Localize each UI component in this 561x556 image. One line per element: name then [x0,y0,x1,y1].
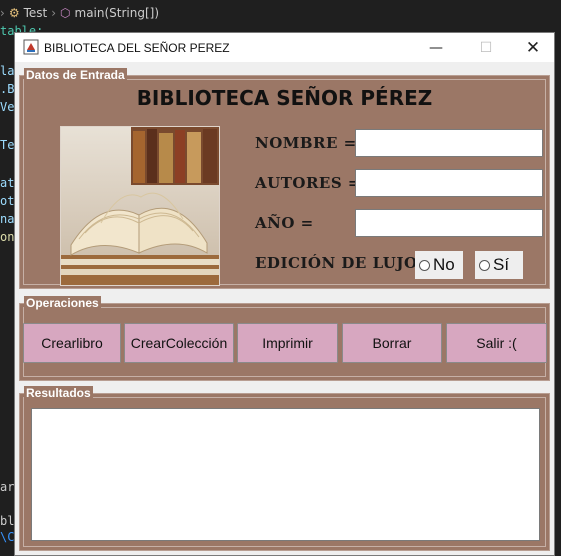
minimize-button[interactable]: — [413,33,459,62]
radio-no[interactable]: No [415,251,463,279]
radio-no-label: No [433,255,455,274]
code-fragment: \C [0,530,15,544]
code-fragment: ot [0,194,15,208]
nombre-field[interactable] [355,129,543,157]
method-icon: ⬡ [60,6,71,20]
code-fragment: Ve [0,100,15,114]
radio-si-label: Sí [493,255,510,274]
maximize-button[interactable]: ☐ [463,33,509,62]
operaciones-panel: Operaciones Crearlibro CrearColección Im… [19,296,550,381]
resultados-panel: Resultados [19,386,550,551]
java-app-icon [23,39,39,55]
ide-code-gutter: table; la .B Ve Te at ot na on ar bl \C [0,24,43,556]
resultados-textarea[interactable] [31,408,540,541]
breadcrumb-item-test[interactable]: Test [24,6,48,20]
panel-legend: Datos de Entrada [24,68,127,82]
radio-circle-icon [479,259,490,271]
panel-legend: Operaciones [24,296,101,310]
class-icon: ⚙ [8,6,20,20]
radio-si[interactable]: Sí [475,251,523,279]
imprimir-button[interactable]: Imprimir [237,323,338,363]
salir-button[interactable]: Salir :( [446,323,547,363]
page-title: BIBLIOTECA SEÑOR PÉREZ [136,86,433,110]
chevron-right-icon: › [0,6,5,20]
breadcrumb-item-main[interactable]: main(String[]) [75,6,160,20]
app-window: BIBLIOTECA DEL SEÑOR PEREZ — ☐ ✕ Datos d… [14,32,555,556]
breadcrumb: › ⚙ Test › ⬡ main(String[]) [0,6,159,20]
code-fragment: on [0,230,15,244]
window-title: BIBLIOTECA DEL SEÑOR PEREZ [44,41,230,55]
anio-label: AÑO = [255,214,314,232]
crear-libro-button[interactable]: Crearlibro [23,323,121,363]
code-fragment: at [0,176,15,190]
code-fragment: ar [0,480,15,494]
panel-legend: Resultados [24,386,93,400]
book-image [60,126,220,286]
code-fragment: .B [0,82,15,96]
datos-de-entrada-panel: Datos de Entrada BIBLIOTECA SEÑOR PÉREZ [19,68,550,289]
ide-right-edge [555,30,561,556]
borrar-button[interactable]: Borrar [342,323,442,363]
radio-circle-icon [419,259,430,271]
close-icon: ✕ [525,37,541,58]
code-fragment: bl [0,514,15,528]
code-fragment: Te [0,138,15,152]
ide-editor-header: › ⚙ Test › ⬡ main(String[]) [0,0,561,30]
close-button[interactable]: ✕ [510,33,556,62]
crear-coleccion-button[interactable]: CrearColección [124,323,234,363]
title-bar[interactable]: BIBLIOTECA DEL SEÑOR PEREZ — ☐ ✕ [15,33,554,62]
nombre-label: NOMBRE = [255,134,357,152]
anio-field[interactable] [355,209,543,237]
autores-label: AUTORES = [255,174,361,192]
minimize-icon: — [429,39,443,56]
code-fragment: la [0,64,15,78]
edicion-de-lujo-label: EDICIÓN DE LUJO = [255,254,437,272]
maximize-icon: ☐ [479,39,493,56]
open-book-illustration [61,127,219,285]
code-fragment: na [0,212,15,226]
chevron-right-icon: › [51,6,57,20]
autores-field[interactable] [355,169,543,197]
